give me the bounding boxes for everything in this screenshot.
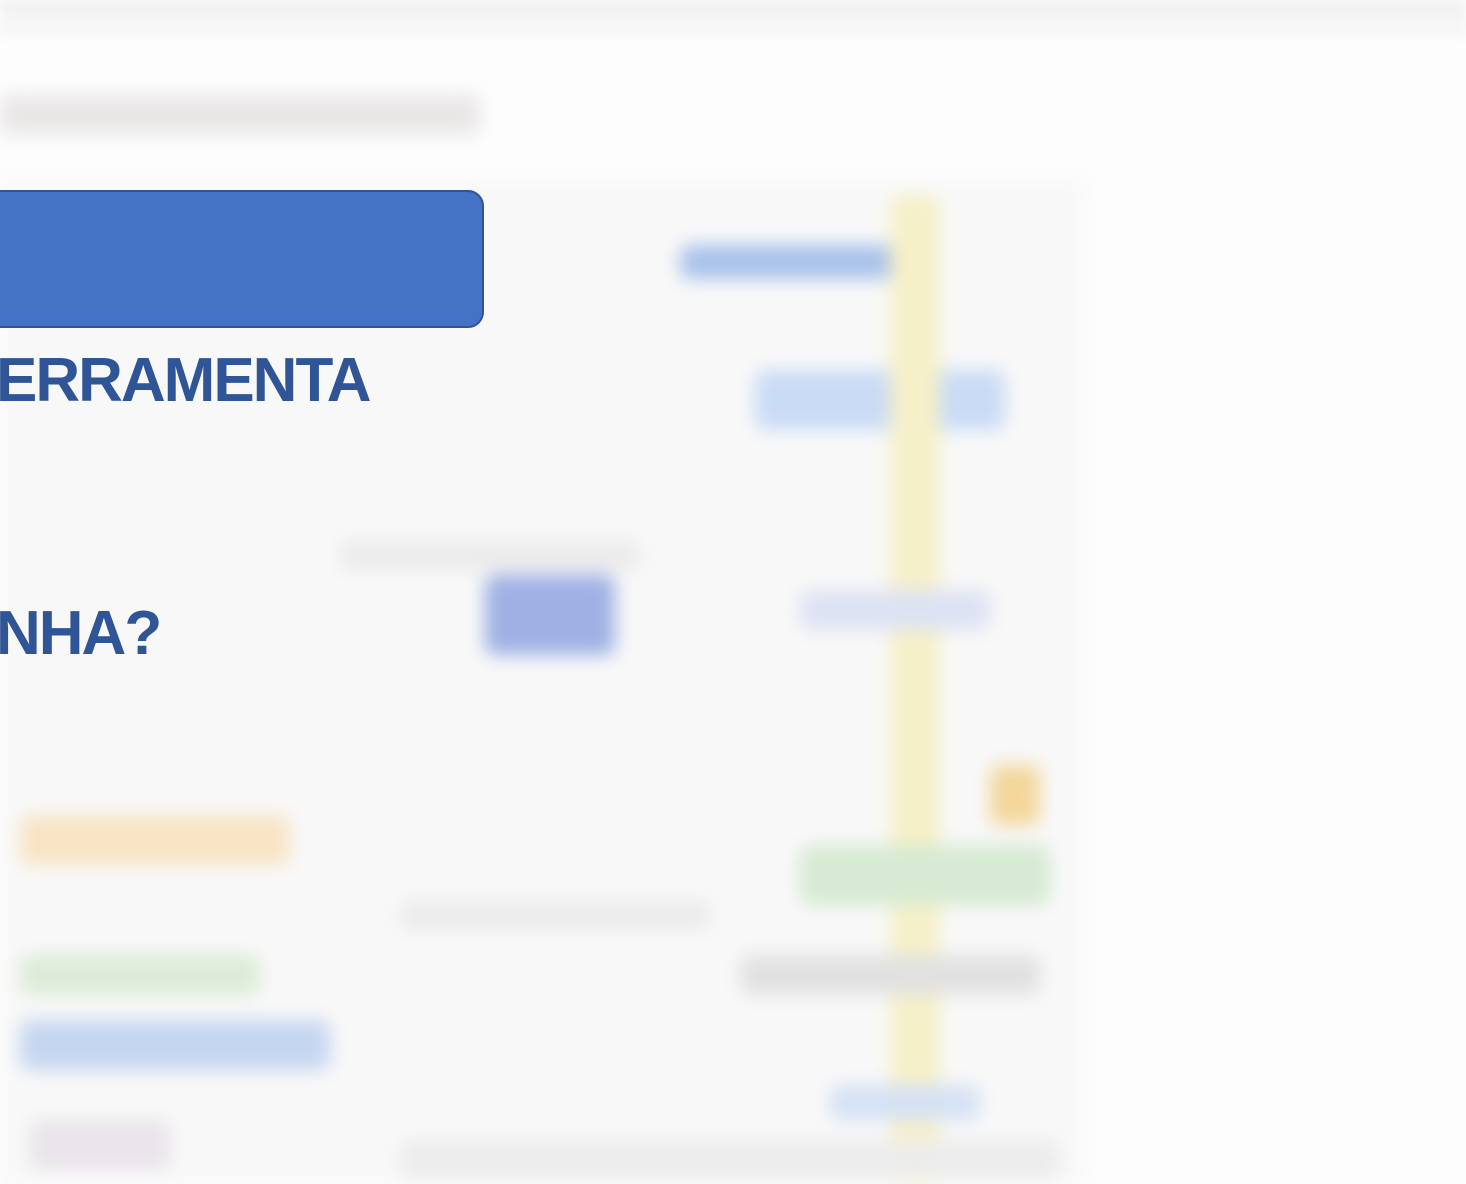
slide-heading-2: NHA? bbox=[0, 599, 162, 668]
slide-page: ERRAMENTA NHA? bbox=[0, 0, 1466, 1184]
blurred-mindmap-background bbox=[0, 0, 1466, 1184]
slide-heading-1: ERRAMENTA bbox=[0, 346, 371, 415]
title-banner bbox=[0, 190, 484, 328]
